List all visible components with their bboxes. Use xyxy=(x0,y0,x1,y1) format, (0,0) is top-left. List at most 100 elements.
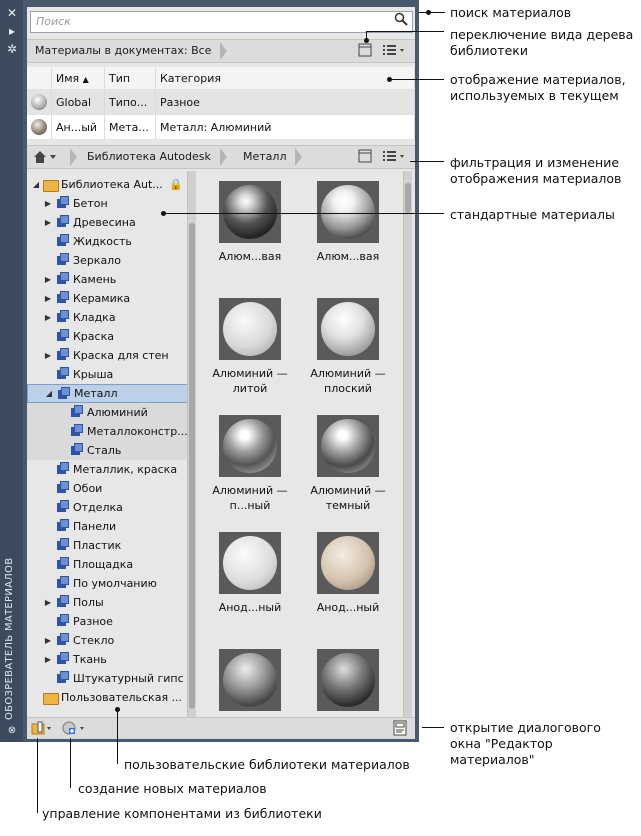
material-swatch[interactable] xyxy=(205,649,295,717)
tree-scrollbar[interactable] xyxy=(187,171,196,717)
expand-arrow-icon[interactable]: ▶ xyxy=(43,194,53,213)
material-swatch[interactable]: Анод...ный xyxy=(303,532,393,648)
column-header-name[interactable]: Имя ▲ xyxy=(51,67,105,90)
tree-item[interactable]: ▶ Краска для стен xyxy=(27,346,187,365)
tree-item-label: Металл xyxy=(74,387,118,400)
breadcrumb-library[interactable]: Библиотека Autodesk xyxy=(79,146,227,168)
tree-item[interactable]: ▶ Кладка xyxy=(27,308,187,327)
material-swatch[interactable]: Алюминий — темный xyxy=(303,415,393,531)
tree-item[interactable]: Металлоконстр... xyxy=(27,422,188,441)
tree-item[interactable]: Площадка xyxy=(27,555,187,574)
tree-toggle-icon[interactable] xyxy=(357,43,373,59)
category-icon xyxy=(57,595,69,607)
category-icon xyxy=(57,234,69,246)
annotation-editor: открытие диалогового окна "Редактор мате… xyxy=(450,720,601,767)
expand-arrow-icon[interactable]: ▶ xyxy=(43,631,53,650)
swatch-caption: Алюминий — плоский xyxy=(310,367,386,395)
tree-item[interactable]: ▶ Камень xyxy=(27,270,187,289)
swatch-caption: Алюминий — темный xyxy=(310,484,386,512)
tree-item[interactable]: Сталь xyxy=(27,441,187,460)
tree-item[interactable]: Пластик xyxy=(27,536,187,555)
table-row[interactable]: Global Типо... Разное xyxy=(27,89,415,115)
material-swatch[interactable]: Алюминий — п...ный xyxy=(205,415,295,531)
library-filter-icon[interactable] xyxy=(381,149,407,165)
expand-arrow-icon[interactable]: ▶ xyxy=(43,593,53,612)
autohide-icon[interactable]: ▸ xyxy=(5,24,19,38)
tree-item[interactable]: Панели xyxy=(27,517,187,536)
home-icon[interactable] xyxy=(27,146,77,168)
material-swatch[interactable]: Алюминий — плоский xyxy=(303,298,393,414)
breadcrumb-metal[interactable]: Металл xyxy=(235,146,303,168)
tree-item[interactable]: Отделка xyxy=(27,498,187,517)
swatch-preview xyxy=(219,649,281,711)
annotation-create: создание новых материалов xyxy=(78,781,267,796)
expand-arrow-icon[interactable]: ▶ xyxy=(43,308,53,327)
tree-item-label: Библиотека Aut... xyxy=(61,178,163,191)
table-row[interactable]: Ан...ый Мета... Металл: Алюминий xyxy=(27,114,415,140)
expand-arrow-icon[interactable]: ▶ xyxy=(43,270,53,289)
doc-view-options-icon[interactable] xyxy=(381,43,407,59)
category-icon xyxy=(57,462,69,474)
tree-item[interactable]: Алюминий xyxy=(27,403,187,422)
material-swatch[interactable]: Алюминий — литой xyxy=(205,298,295,414)
expand-arrow-icon[interactable]: ▶ xyxy=(43,213,53,232)
category-icon xyxy=(57,576,69,588)
expand-arrow-icon[interactable]: ▶ xyxy=(43,650,53,669)
column-header-type[interactable]: Тип xyxy=(104,67,156,90)
collapse-arrow-icon[interactable]: ◢ xyxy=(44,385,54,402)
manage-library-icon[interactable] xyxy=(31,720,53,736)
material-swatch[interactable]: Анод...ный xyxy=(205,532,295,648)
tree-item[interactable]: ▶ Полы xyxy=(27,593,187,612)
grid-scrollbar[interactable] xyxy=(403,171,412,717)
tree-item[interactable]: Обои xyxy=(27,479,187,498)
tree-item[interactable]: По умолчанию xyxy=(27,574,187,593)
tree-item[interactable]: Крыша xyxy=(27,365,187,384)
tree-item[interactable]: ▶ Стекло xyxy=(27,631,187,650)
column-header-category[interactable]: Категория xyxy=(155,67,415,90)
annotation-line xyxy=(164,213,444,214)
tree-item[interactable]: Пользовательская ... xyxy=(27,688,187,707)
swatch-preview xyxy=(219,415,281,477)
tree-item[interactable]: ◢ Библиотека Aut... 🔒 xyxy=(27,175,187,194)
category-icon xyxy=(57,481,69,493)
category-icon xyxy=(57,557,69,569)
properties-icon[interactable]: ✲ xyxy=(5,42,19,56)
tree-item-label: Крыша xyxy=(73,368,114,381)
tree-item[interactable]: Зеркало xyxy=(27,251,187,270)
tree-item[interactable]: ◢ Металл xyxy=(27,384,189,403)
swatch-caption: Алюм...вая xyxy=(316,250,380,263)
close-icon[interactable]: ✕ xyxy=(5,6,19,20)
material-swatch-icon xyxy=(27,89,52,115)
tree-item[interactable]: Жидкость xyxy=(27,232,187,251)
expand-arrow-icon[interactable]: ▶ xyxy=(43,289,53,308)
tree-item[interactable]: Разное xyxy=(27,612,187,631)
tree-item[interactable]: ▶ Керамика xyxy=(27,289,187,308)
material-swatch[interactable]: Алюм...вая xyxy=(303,181,393,297)
collapse-arrow-icon[interactable]: ◢ xyxy=(31,175,41,194)
expand-arrow-icon[interactable]: ▶ xyxy=(43,346,53,365)
tree-item[interactable]: ▶ Ткань xyxy=(27,650,187,669)
library-view-toggle-icon[interactable] xyxy=(357,149,373,165)
tree-item[interactable]: Металлик, краска xyxy=(27,460,187,479)
material-editor-icon[interactable] xyxy=(391,720,409,736)
grid-scrollbar-thumb[interactable] xyxy=(405,183,411,213)
tree-scrollbar-thumb[interactable] xyxy=(189,223,195,709)
tree-item[interactable]: Штукатурный гипс xyxy=(27,669,187,688)
column-header-swatch[interactable] xyxy=(27,67,52,90)
tree-item-label: Древесина xyxy=(73,216,136,229)
material-swatch-icon xyxy=(27,114,52,140)
bottom-settings-icon[interactable]: ⊗ xyxy=(5,724,19,738)
tree-item-label: Камень xyxy=(73,273,117,286)
category-icon xyxy=(57,196,69,208)
tree-item[interactable]: Краска xyxy=(27,327,187,346)
search-icon[interactable] xyxy=(391,12,411,32)
doc-materials-breadcrumb[interactable]: Материалы в документах: Все xyxy=(27,40,228,62)
material-swatch[interactable] xyxy=(303,649,393,717)
search-input[interactable]: Поиск xyxy=(30,11,413,33)
create-material-icon[interactable] xyxy=(61,720,87,736)
category-icon xyxy=(71,443,83,455)
material-swatch[interactable]: Алюм...вая xyxy=(205,181,295,297)
tree-item-label: Разное xyxy=(73,615,113,628)
swatch-preview xyxy=(317,415,379,477)
table-cell-category: Разное xyxy=(155,89,415,115)
